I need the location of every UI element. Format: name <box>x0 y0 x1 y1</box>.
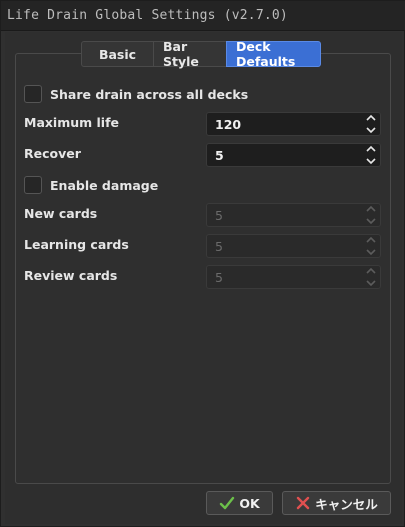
chevron-down-icon <box>366 218 376 225</box>
review-cards-stepper <box>366 267 376 287</box>
chevron-up-icon[interactable] <box>366 145 376 152</box>
checkmark-icon <box>220 496 235 510</box>
new-cards-value: 5 <box>215 208 223 223</box>
tab-bar-style[interactable]: Bar Style <box>153 39 227 69</box>
recover-row: Recover 5 <box>24 143 382 167</box>
cancel-button-label: キャンセル <box>315 496 378 512</box>
chevron-up-icon[interactable] <box>366 114 376 121</box>
new-cards-row: New cards 5 <box>24 203 382 227</box>
review-cards-row: Review cards 5 <box>24 265 382 289</box>
ok-button[interactable]: OK <box>206 491 273 515</box>
share-drain-row: Share drain across all decks <box>24 83 382 105</box>
title-bar[interactable]: Life Drain Global Settings (v2.7.0) <box>1 1 405 31</box>
maximum-life-spinbox[interactable]: 120 <box>206 112 381 136</box>
maximum-life-value[interactable]: 120 <box>215 117 241 132</box>
new-cards-stepper <box>366 205 376 225</box>
new-cards-spinbox: 5 <box>206 203 381 227</box>
ok-button-label: OK <box>239 495 260 511</box>
tab-basic[interactable]: Basic <box>81 41 154 67</box>
review-cards-spinbox: 5 <box>206 265 381 289</box>
recover-value[interactable]: 5 <box>215 148 224 163</box>
chevron-down-icon <box>366 249 376 256</box>
learning-cards-spinbox: 5 <box>206 234 381 258</box>
new-cards-label: New cards <box>24 206 98 221</box>
chevron-up-icon <box>366 236 376 243</box>
tab-bar: Basic Bar Style Deck Defaults <box>81 39 321 69</box>
maximum-life-row: Maximum life 120 <box>24 112 382 136</box>
chevron-down-icon <box>366 280 376 287</box>
maximum-life-stepper[interactable] <box>366 114 376 134</box>
learning-cards-stepper <box>366 236 376 256</box>
window-title: Life Drain Global Settings (v2.7.0) <box>7 8 288 23</box>
recover-spinbox[interactable]: 5 <box>206 143 381 167</box>
chevron-down-icon[interactable] <box>366 127 376 134</box>
learning-cards-value: 5 <box>215 239 223 254</box>
enable-damage-checkbox[interactable] <box>24 176 42 194</box>
settings-window: Life Drain Global Settings (v2.7.0) Basi… <box>0 0 405 527</box>
review-cards-value: 5 <box>215 270 223 285</box>
share-drain-checkbox[interactable] <box>24 85 42 103</box>
chevron-up-icon <box>366 205 376 212</box>
review-cards-label: Review cards <box>24 268 118 283</box>
share-drain-label[interactable]: Share drain across all decks <box>50 87 248 102</box>
cancel-button[interactable]: キャンセル <box>282 491 391 515</box>
recover-stepper[interactable] <box>366 145 376 165</box>
x-icon <box>297 496 310 510</box>
tab-deck-defaults[interactable]: Deck Defaults <box>226 39 321 69</box>
learning-cards-row: Learning cards 5 <box>24 234 382 258</box>
enable-damage-row: Enable damage <box>24 174 382 196</box>
chevron-down-icon[interactable] <box>366 158 376 165</box>
enable-damage-label[interactable]: Enable damage <box>50 178 158 193</box>
recover-label: Recover <box>24 146 81 161</box>
chevron-up-icon <box>366 267 376 274</box>
maximum-life-label: Maximum life <box>24 115 120 130</box>
learning-cards-label: Learning cards <box>24 237 129 252</box>
